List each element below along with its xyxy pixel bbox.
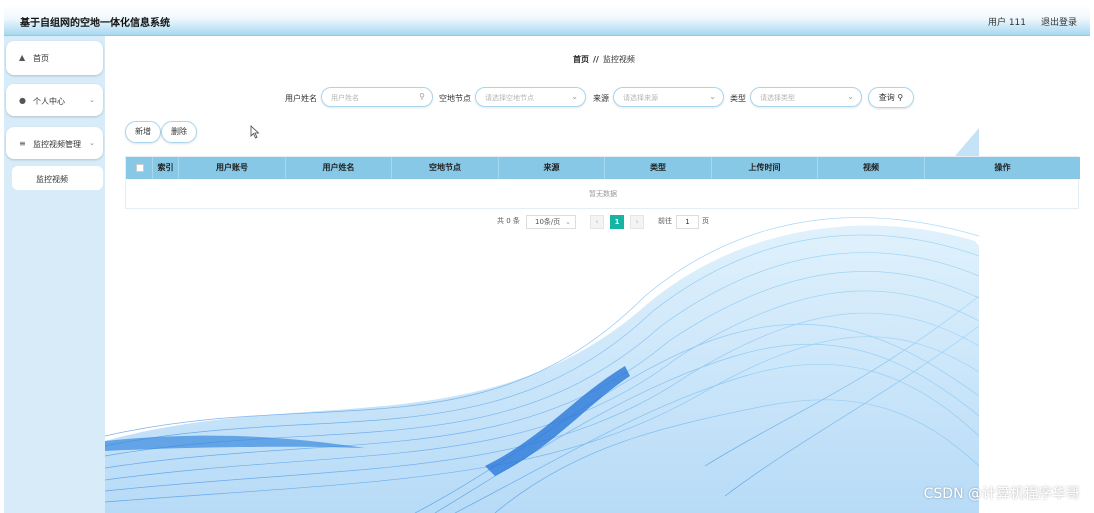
username-placeholder: 用户姓名: [331, 94, 359, 102]
logout-link[interactable]: 退出登录: [1041, 15, 1077, 28]
page-size-select[interactable]: 10条/页 ⌄: [526, 215, 576, 229]
sidebar-subitem-label: 监控视频: [36, 175, 68, 184]
page-size-value: 10条/页: [535, 218, 561, 226]
breadcrumb-separator: //: [593, 55, 599, 64]
sidebar-item-label: 个人中心: [33, 97, 65, 106]
mouse-cursor-icon: [250, 125, 260, 139]
sidebar-subitem-monitor-video[interactable]: 监控视频: [12, 166, 103, 190]
node-placeholder: 请选择空地节点: [485, 94, 534, 102]
user-icon: ●: [19, 96, 26, 105]
wave-background: [105, 128, 1094, 513]
column-header: 来源: [499, 157, 605, 179]
empty-table-text: 暂无数据: [589, 190, 617, 198]
username-label: 用户姓名: [285, 94, 317, 103]
chevron-down-icon: ⌄: [709, 92, 716, 101]
goto-label: 前往: [658, 217, 672, 225]
chevron-down-icon: ⌄: [89, 139, 95, 147]
sidebar-item-home[interactable]: ▲ 首页: [6, 41, 103, 75]
app-title: 基于自组网的空地一体化信息系统: [20, 18, 170, 29]
column-header: 用户账号: [179, 157, 286, 179]
goto-page-input[interactable]: 1: [676, 215, 699, 229]
column-header: 用户姓名: [286, 157, 392, 179]
type-select[interactable]: 请选择类型 ⌄: [750, 87, 862, 107]
main-content: 首页 //监控视频 用户姓名 用户姓名 ⚲ 空地节点 请选择空地节点 ⌄ 来源 请…: [105, 36, 1094, 513]
search-icon: ⚲: [419, 92, 425, 101]
query-label: 查询: [878, 93, 895, 102]
video-table: 索引 用户账号 用户姓名 空地节点 来源 类型 上传时间 视频 操作 暂无数据: [125, 156, 1080, 209]
breadcrumb-current: 监控视频: [602, 55, 635, 64]
current-page-button[interactable]: 1: [610, 215, 624, 229]
sidebar-item-label: 首页: [33, 54, 49, 63]
source-select[interactable]: 请选择来源 ⌄: [613, 87, 724, 107]
column-header: 操作: [994, 163, 1011, 172]
chevron-down-icon: ⌄: [565, 218, 571, 226]
prev-page-button[interactable]: ‹: [590, 215, 604, 229]
chevron-left-icon: ‹: [595, 217, 599, 226]
current-user: 用户 111: [987, 18, 1026, 28]
pagination-total: 共 0 条: [497, 217, 520, 225]
source-label: 来源: [593, 94, 609, 103]
home-icon: ▲: [19, 53, 26, 62]
username-search-input[interactable]: 用户姓名 ⚲: [321, 87, 433, 107]
sidebar-item-personal-center[interactable]: ● 个人中心 ⌄: [6, 84, 103, 116]
breadcrumb: 首页 //监控视频: [573, 54, 635, 65]
top-header: 基于自组网的空地一体化信息系统 用户 111 退出登录: [4, 5, 1090, 36]
delete-button[interactable]: 删除: [161, 121, 197, 143]
query-button[interactable]: 查询 ⚲: [868, 87, 914, 108]
search-icon: ⚲: [897, 93, 904, 102]
chevron-right-icon: ›: [635, 217, 639, 226]
chevron-down-icon: ⌄: [847, 92, 854, 101]
type-placeholder: 请选择类型: [760, 94, 795, 102]
chevron-down-icon: ⌄: [89, 96, 95, 104]
type-label: 类型: [730, 94, 746, 103]
column-header: 索引: [153, 157, 179, 179]
node-select[interactable]: 请选择空地节点 ⌄: [475, 87, 586, 107]
chevron-down-icon: ⌄: [571, 92, 578, 101]
column-header: 上传时间: [712, 157, 818, 179]
page-unit-label: 页: [702, 217, 709, 225]
watermark: CSDN @计算机程序华哥: [923, 486, 1080, 502]
select-all-checkbox[interactable]: [136, 164, 144, 172]
column-header: 类型: [605, 157, 712, 179]
source-placeholder: 请选择来源: [623, 94, 658, 102]
list-icon: ≡: [19, 139, 26, 148]
add-button[interactable]: 新增: [125, 121, 161, 143]
column-header: 视频: [818, 157, 925, 179]
sidebar: ▲ 首页 ● 个人中心 ⌄ ≡ 监控视频管理 ⌄ 监控视频: [4, 36, 105, 513]
column-header: 空地节点: [392, 157, 499, 179]
table-header: 索引 用户账号 用户姓名 空地节点 来源 类型 上传时间 视频 操作: [126, 157, 1080, 179]
node-label: 空地节点: [439, 94, 471, 103]
next-page-button[interactable]: ›: [630, 215, 644, 229]
select-all-column: [126, 157, 153, 179]
sidebar-item-label: 监控视频管理: [33, 140, 81, 149]
breadcrumb-home[interactable]: 首页: [573, 55, 589, 64]
sidebar-item-video-management[interactable]: ≡ 监控视频管理 ⌄: [6, 127, 103, 159]
